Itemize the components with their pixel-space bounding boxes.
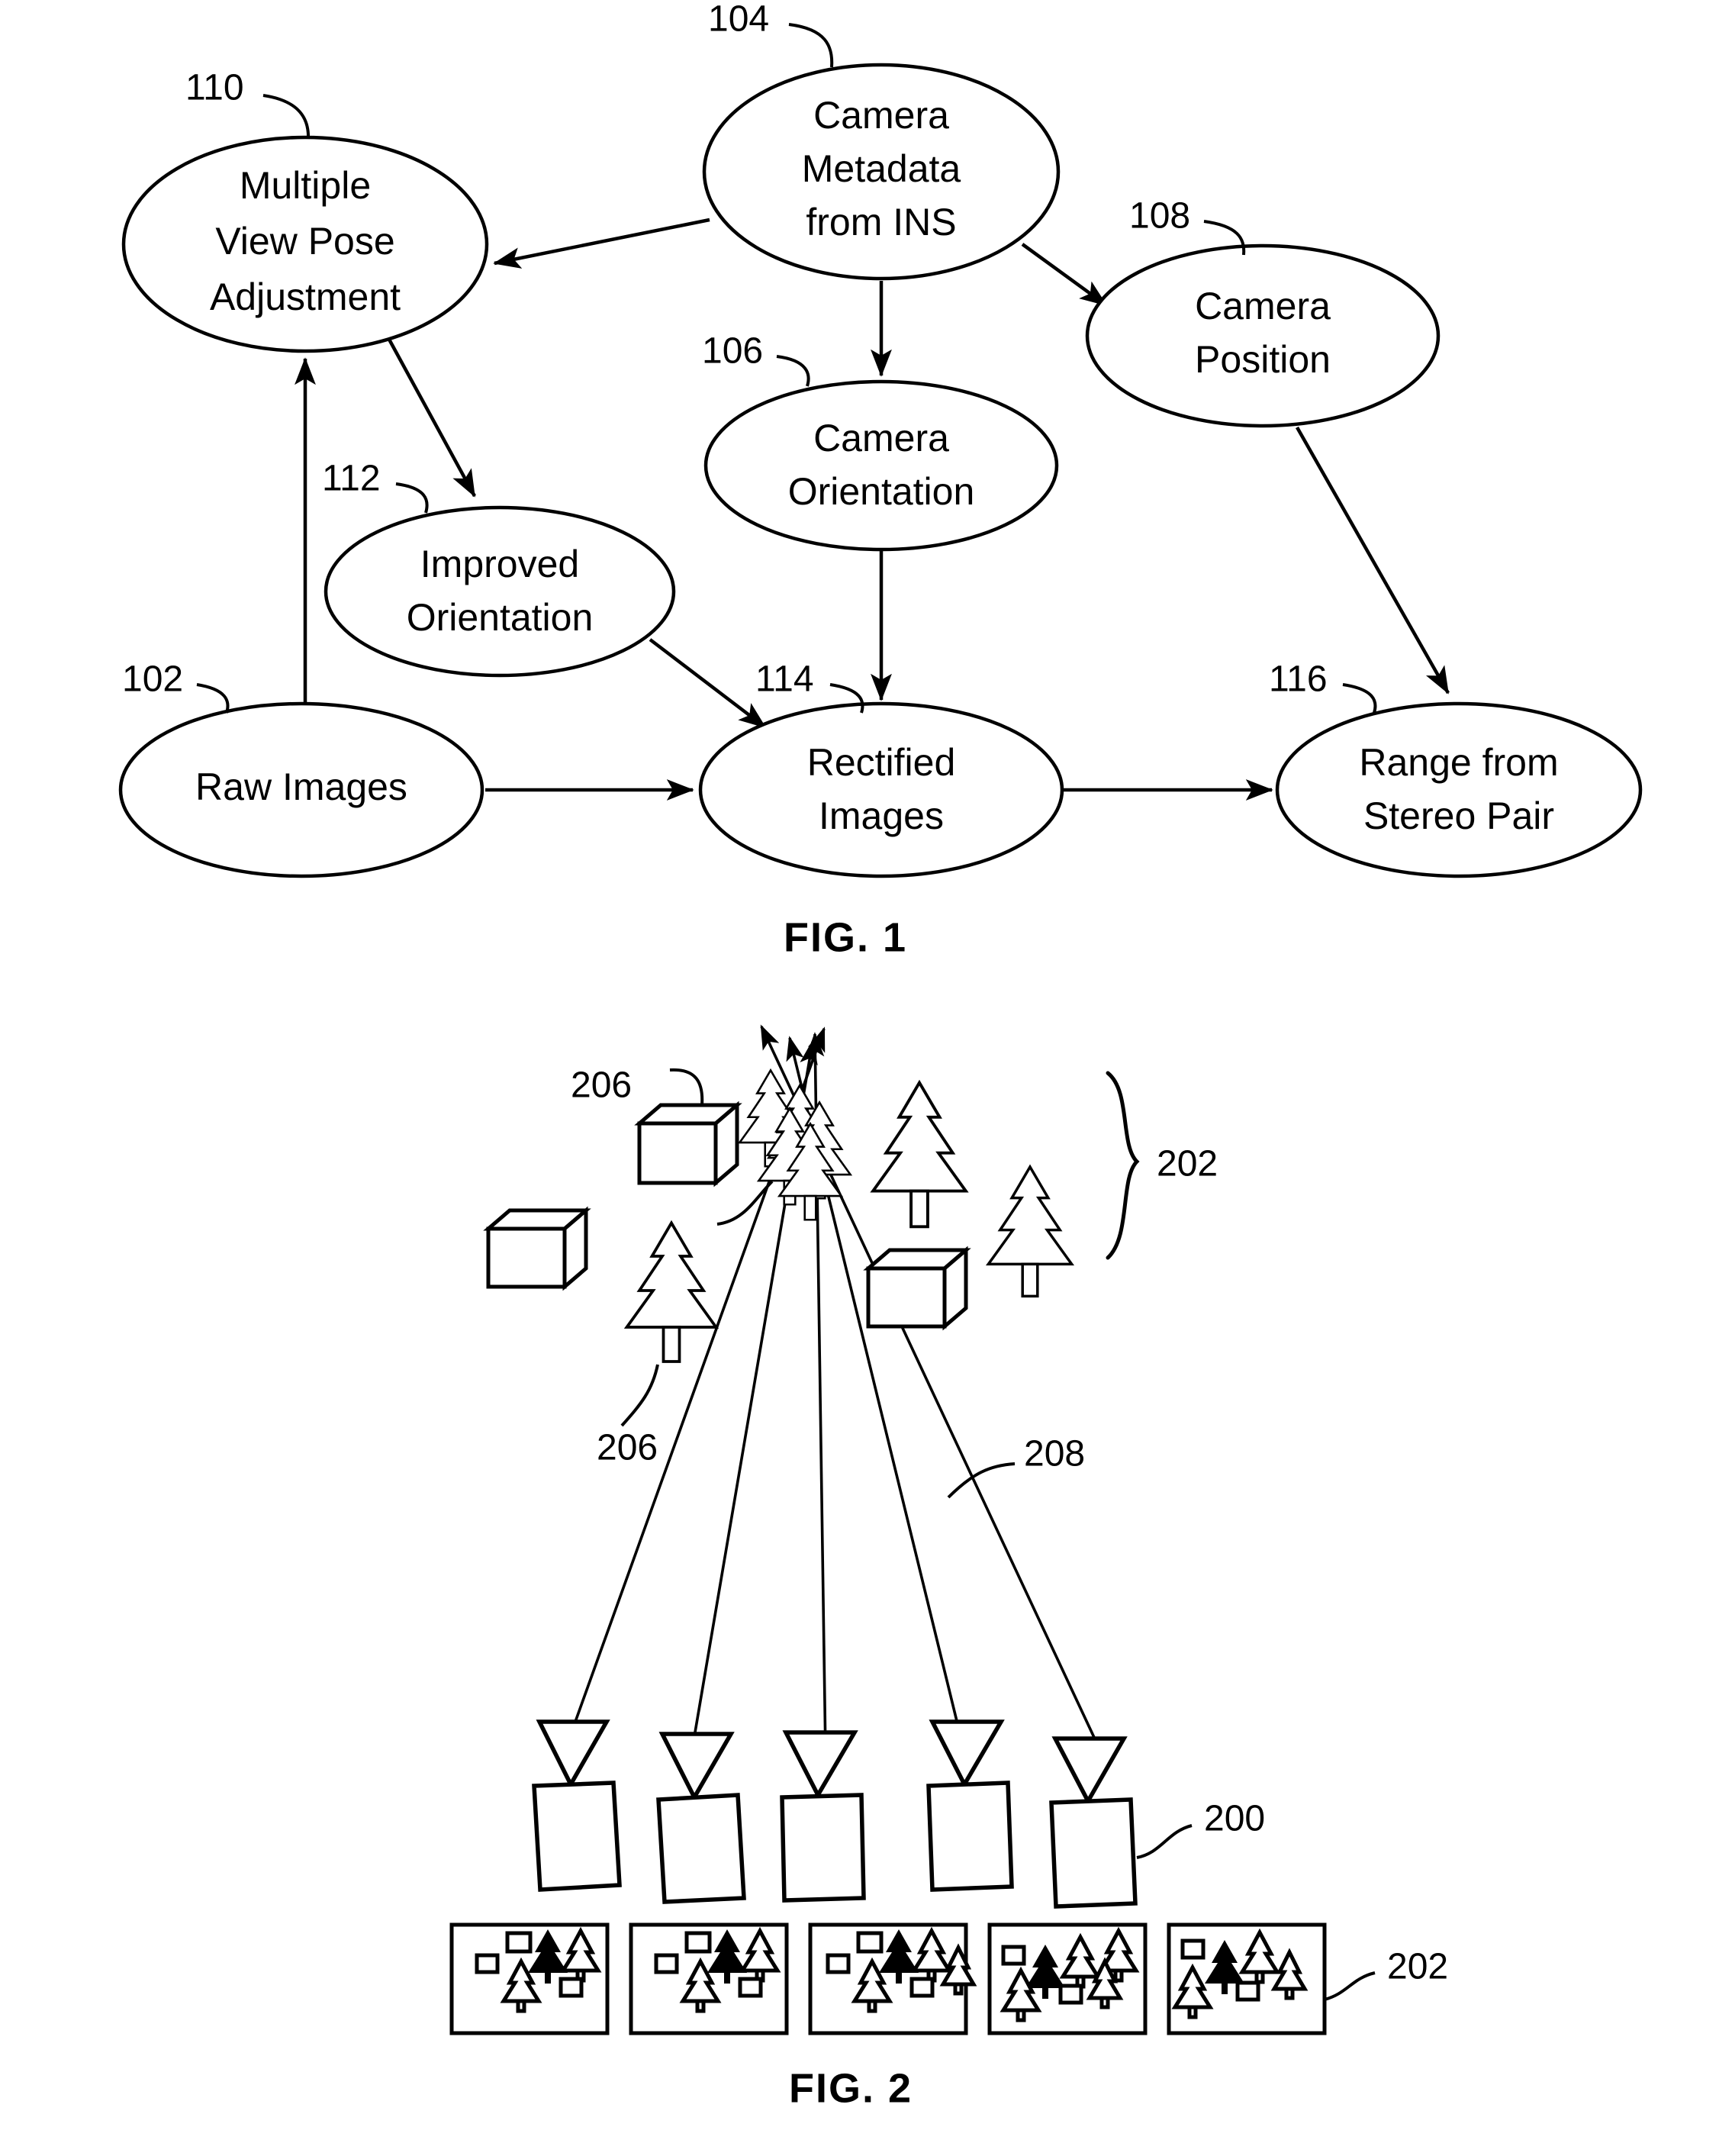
node-ellipse [703, 379, 1059, 552]
thumbnail-image-4[interactable] [987, 1922, 1148, 2035]
curly-brace [1106, 1071, 1140, 1260]
figure-1: Multiple View Pose Adjustment 110 Camera… [118, 0, 1643, 960]
leader-line-200 [1136, 1824, 1193, 1859]
node-label-line-1: Camera [813, 417, 949, 459]
figure-2: 206 206 202 208 200 202 FIG. 2 [449, 1024, 1448, 2111]
node-ellipse [698, 701, 1064, 878]
patent-figure-sheet: Multiple View Pose Adjustment 110 Camera… [0, 0, 1719, 2156]
camera-1[interactable] [532, 1719, 622, 1892]
edge-metadata-to-camera-position [1021, 243, 1108, 307]
scene-cube-upper-left: 206 [571, 1065, 742, 1188]
node-multiple-view-pose-adjustment[interactable]: Multiple View Pose Adjustment 110 [121, 68, 489, 353]
leader-line-112 [395, 482, 429, 514]
thumbnail-image-2[interactable] [629, 1922, 789, 2035]
thumbnail-image-1[interactable] [449, 1922, 610, 2035]
node-label-line-1: Camera [813, 94, 949, 137]
leader-line-110 [262, 94, 311, 140]
node-label-line-2: Stereo Pair [1363, 794, 1554, 837]
thumbnail-image-3[interactable] [808, 1922, 977, 2035]
leader-line-206-lower [620, 1364, 659, 1427]
scene-tree-upper-right [870, 1079, 969, 1229]
ref-number-206-upper: 206 [571, 1065, 632, 1106]
ref-number-106: 106 [702, 331, 763, 372]
edge-metadata-to-pose-adjustment [493, 218, 710, 269]
node-camera-orientation[interactable]: Camera Orientation 106 [702, 331, 1059, 552]
ref-number-202-strip: 202 [1387, 1947, 1448, 1987]
leader-line-116 [1342, 683, 1377, 714]
ref-number-116: 116 [1269, 659, 1328, 700]
image-strip-202: 202 [449, 1922, 1448, 2035]
figure-1-caption: FIG. 1 [784, 914, 907, 960]
node-label-line-1: Rectified [807, 741, 956, 784]
leader-line-202-strip [1324, 1971, 1376, 2001]
node-label-line-2: Orientation [788, 470, 975, 513]
ref-number-108: 108 [1129, 196, 1190, 237]
node-raw-images[interactable]: Raw Images 102 [118, 659, 484, 878]
leader-line-102 [196, 683, 230, 714]
leader-line-206-upper [669, 1068, 704, 1106]
leader-line-208 [947, 1462, 1016, 1499]
scene-cube-center-right [863, 1246, 971, 1331]
node-ellipse [324, 505, 676, 678]
leader-line-206-prime [716, 1180, 774, 1226]
node-label-line-2: Orientation [407, 596, 594, 639]
node-label-line-3: from INS [806, 201, 956, 243]
ref-number-104: 104 [708, 0, 769, 40]
figure-2-caption: FIG. 2 [789, 2065, 913, 2111]
camera-array-200: 200 [532, 1719, 1265, 1909]
scene-tree-lower-left: 206 [597, 1220, 719, 1468]
node-camera-metadata-from-ins[interactable]: Camera Metadata from INS 104 [702, 0, 1061, 281]
node-label-line-1: Multiple [240, 164, 371, 207]
node-label-line-1: Range from [1359, 741, 1558, 784]
node-label-line-1: Camera [1195, 285, 1331, 327]
camera-5[interactable] [1049, 1736, 1138, 1909]
ref-number-114: 114 [755, 659, 814, 700]
node-label-line-2: Images [819, 794, 944, 837]
leader-line-104 [788, 23, 834, 68]
ref-number-208: 208 [1024, 1434, 1085, 1474]
node-label-line-1: Raw Images [195, 765, 407, 808]
node-label-line-2: Metadata [802, 147, 961, 190]
node-label-line-1: Improved [420, 543, 579, 585]
leader-line-106 [776, 355, 810, 387]
scene-tree-right [985, 1164, 1075, 1298]
edge-camera-position-to-range [1296, 426, 1450, 694]
ref-number-202-scene: 202 [1157, 1144, 1218, 1184]
scene-cube-left [483, 1206, 591, 1291]
node-camera-position[interactable]: Camera Position 108 [1085, 196, 1441, 428]
ref-number-110: 110 [185, 68, 244, 108]
ref-number-200: 200 [1204, 1799, 1265, 1839]
camera-3[interactable] [780, 1730, 866, 1903]
node-improved-orientation[interactable]: Improved Orientation 112 [322, 459, 676, 678]
node-label-line-3: Adjustment [210, 276, 401, 318]
camera-4[interactable] [926, 1719, 1014, 1892]
thumbnail-image-5[interactable] [1167, 1922, 1327, 2035]
scene-brace-202: 202 [1106, 1071, 1218, 1260]
node-ellipse [1085, 243, 1441, 428]
node-label-line-2: Position [1195, 338, 1331, 381]
ref-number-102: 102 [122, 659, 183, 700]
camera-2[interactable] [656, 1732, 746, 1904]
ref-number-206-lower: 206 [597, 1428, 658, 1468]
ref-number-112: 112 [322, 459, 381, 499]
node-ellipse [1275, 701, 1643, 878]
node-label-line-2: View Pose [215, 220, 394, 263]
edge-pose-adjustment-to-improved-orientation [386, 335, 476, 498]
node-range-from-stereo-pair[interactable]: Range from Stereo Pair 116 [1269, 659, 1643, 878]
edge-improved-orientation-to-rectified [649, 638, 767, 729]
